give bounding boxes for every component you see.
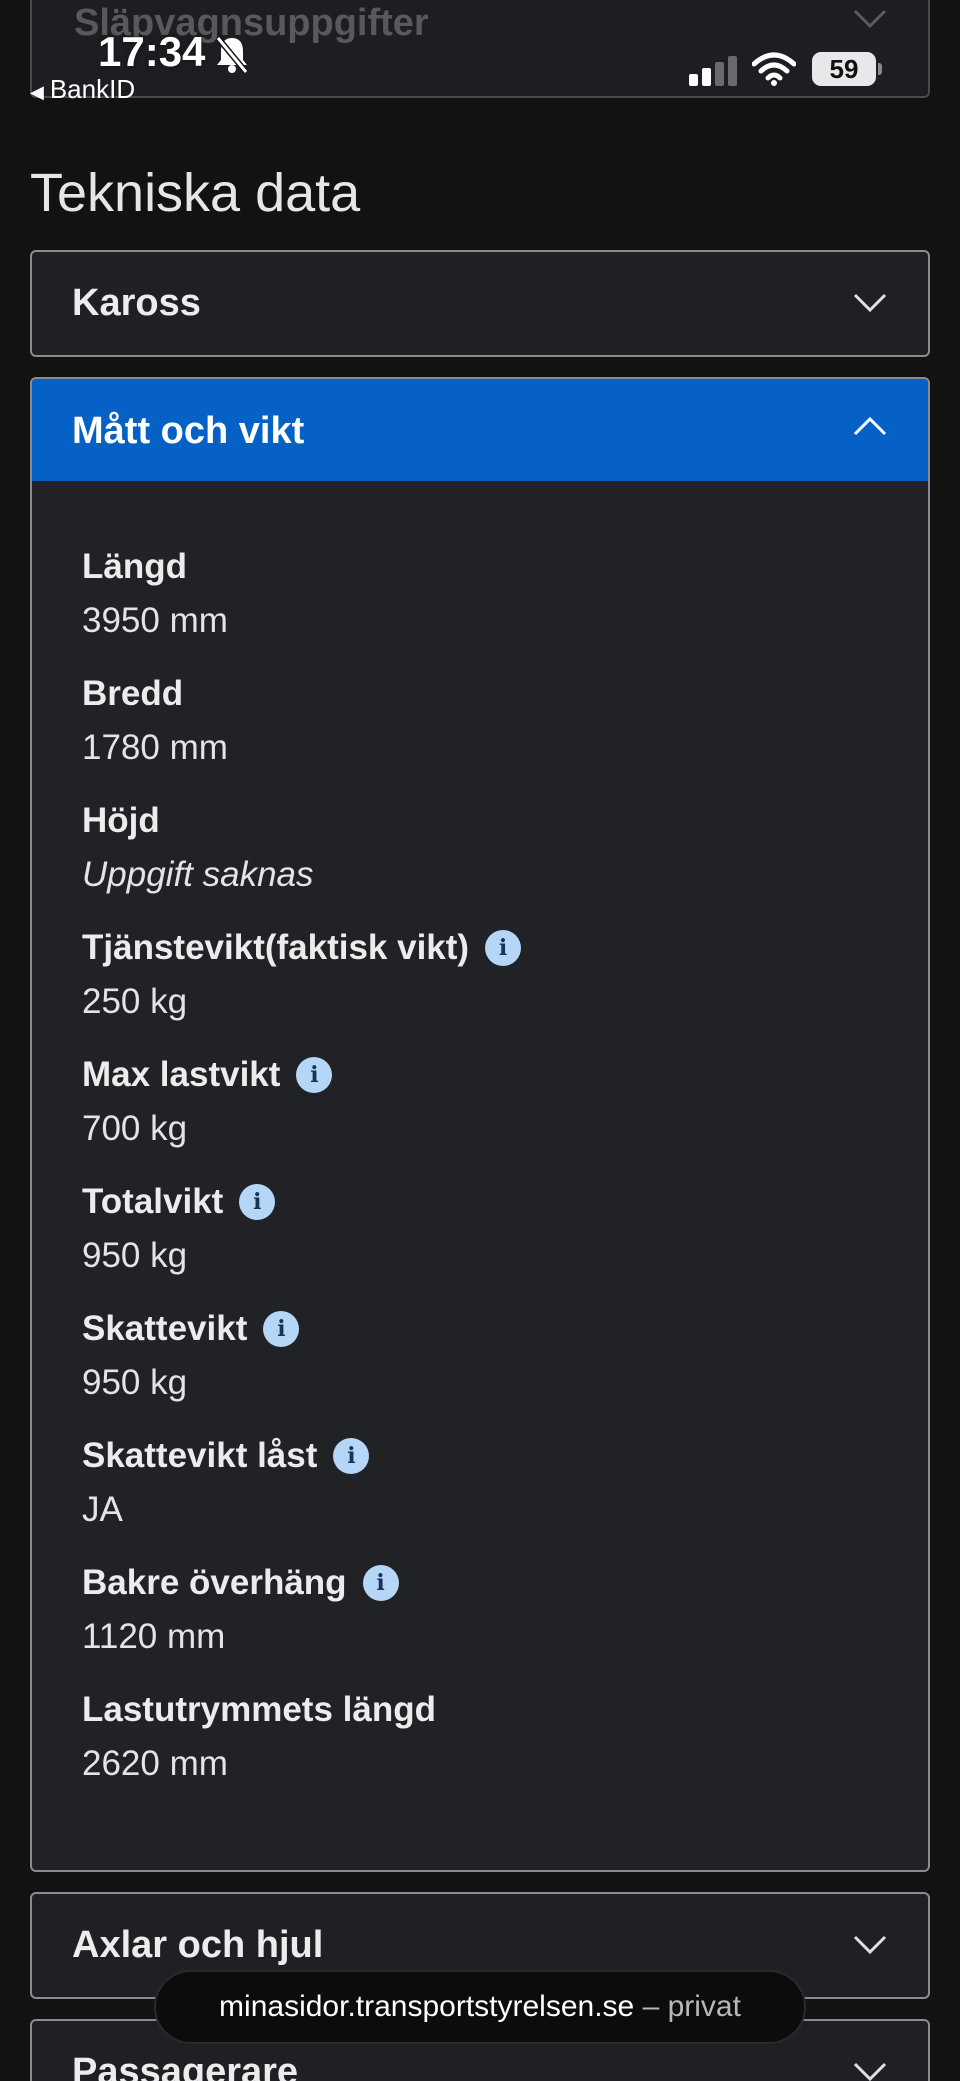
field-value: 250 kg [82,982,188,1021]
field-label: Skattevikt låst [82,1436,318,1475]
field-value: 950 kg [82,1363,188,1402]
accordion-label: Axlar och hjul [72,1924,324,1966]
field-label-row: Bakre överhäng i [82,1561,399,1605]
info-icon[interactable]: i [263,1311,300,1347]
field-label: Bakre överhäng [82,1563,347,1602]
field-value: 950 kg [82,1236,188,1275]
field-value: JA [82,1490,123,1529]
status-time: 17:34 [98,28,206,75]
field-value: 2620 mm [82,1744,228,1783]
accordion-kaross[interactable]: Kaross [30,250,930,357]
url-separator: – [634,1990,668,2023]
field-value: 1780 mm [82,728,228,767]
accordion-matt-och-vikt: Mått och vikt Längd 3950 mm Bredd 1780 m… [30,377,930,1872]
field-totalvikt: Totalvikt i 950 kg [82,1180,276,1278]
back-to-app-link[interactable]: ◀ BankID [30,74,135,105]
chevron-down-icon [853,1935,887,1955]
cellular-signal-icon [689,56,737,86]
info-icon[interactable]: i [362,1565,399,1601]
accordion-label: Passagerare [72,2051,299,2081]
field-lastutrymmets-langd: Lastutrymmets längd 2620 mm [82,1688,436,1786]
url-domain: minasidor.transportstyrelsen.se [219,1990,635,2023]
battery-nub [878,63,882,75]
field-langd: Längd 3950 mm [82,545,228,643]
wifi-icon [752,52,796,86]
status-bar: 17:34 ◀ BankID 59 [0,0,960,110]
section-title: Tekniska data [30,163,361,223]
field-label: Höjd [82,801,160,840]
info-icon[interactable]: i [333,1438,370,1474]
info-icon[interactable]: i [485,930,522,966]
field-bredd: Bredd 1780 mm [82,672,228,770]
field-hojd: Höjd Uppgift saknas [82,799,314,897]
field-bakre-overhang: Bakre överhäng i 1120 mm [82,1561,399,1659]
field-skattevikt: Skattevikt i 950 kg [82,1307,300,1405]
chevron-down-icon [853,2062,887,2081]
field-label: Längd [82,547,187,586]
field-value: 3950 mm [82,601,228,640]
field-label-row: Skattevikt låst i [82,1434,370,1478]
field-label: Max lastvikt [82,1055,281,1094]
bell-muted-icon [215,36,249,74]
field-label: Tjänstevikt(faktisk vikt) [82,928,470,967]
field-label: Skattevikt [82,1309,248,1348]
field-value: 700 kg [82,1109,188,1148]
field-label-row: Max lastvikt i [82,1053,333,1097]
accordion-header[interactable]: Mått och vikt [32,379,928,481]
field-tjanstevikt: Tjänstevikt(faktisk vikt) i 250 kg [82,926,522,1024]
accordion-label: Mått och vikt [72,410,305,452]
field-max-lastvikt: Max lastvikt i 700 kg [82,1053,333,1151]
private-mode-label: privat [667,1990,741,2023]
info-icon[interactable]: i [296,1057,333,1093]
back-arrow-icon: ◀ [30,82,44,102]
url-bar[interactable]: minasidor.transportstyrelsen.se – privat [154,1970,806,2044]
chevron-down-icon [853,293,887,313]
field-skattevikt-last: Skattevikt låst i JA [82,1434,370,1532]
accordion-label: Kaross [72,282,201,324]
field-value: 1120 mm [82,1617,226,1656]
info-icon[interactable]: i [239,1184,276,1220]
field-label-row: Tjänstevikt(faktisk vikt) i [82,926,522,970]
field-label: Totalvikt [82,1182,224,1221]
field-label-row: Totalvikt i [82,1180,276,1224]
field-label: Bredd [82,674,184,713]
field-label: Lastutrymmets längd [82,1690,436,1729]
back-app-label: BankID [49,74,136,104]
field-value: Uppgift saknas [82,855,314,894]
battery-indicator: 59 [812,52,876,86]
chevron-up-icon [853,416,887,436]
field-label-row: Skattevikt i [82,1307,300,1351]
page: Släpvagnsuppgifter 17:34 ◀ BankID 59 Tek… [0,0,960,2081]
